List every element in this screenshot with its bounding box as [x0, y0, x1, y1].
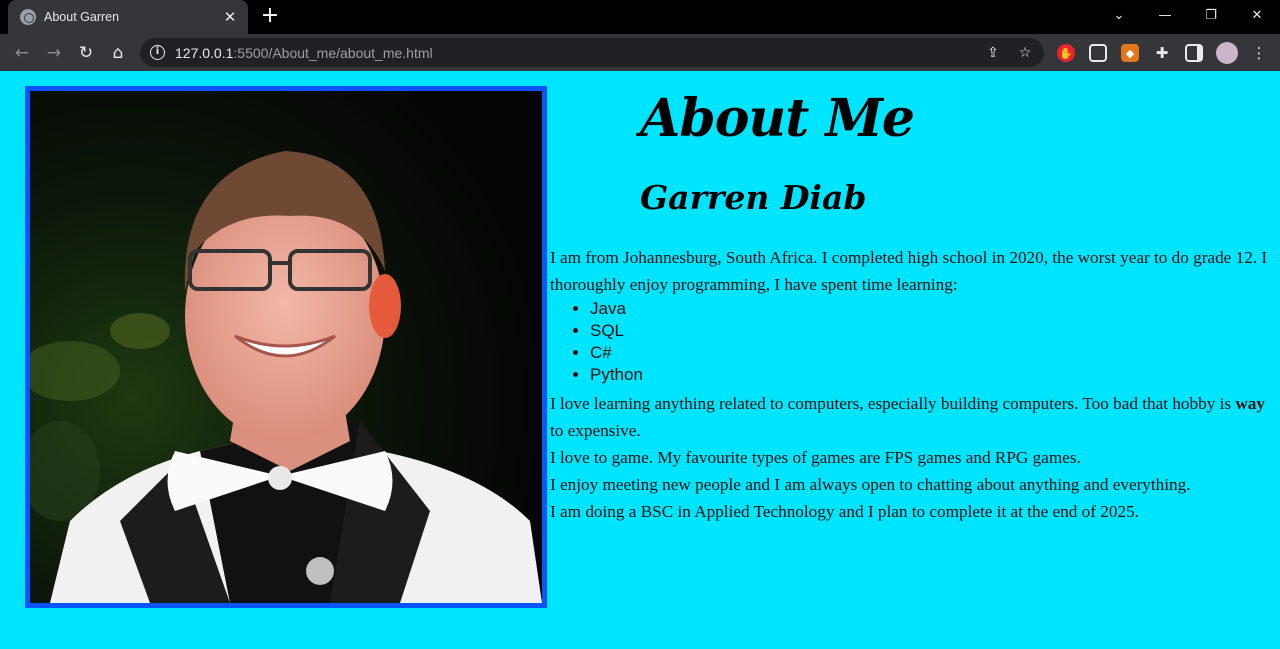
emphasis-text: way [1235, 394, 1265, 413]
name-heading: Garren Diab [640, 178, 867, 217]
profile-avatar[interactable] [1216, 42, 1238, 64]
fox-extension-icon[interactable]: ◆ [1121, 44, 1139, 62]
close-tab-icon[interactable]: ✕ [222, 8, 238, 26]
tab-title: About Garren [44, 10, 120, 24]
restore-button[interactable]: ❐ [1188, 0, 1234, 30]
kebab-menu-icon[interactable]: ⋮ [1250, 44, 1268, 62]
url-text[interactable]: 127.0.0.1:5500/About_me/about_me.html [175, 45, 433, 61]
minimize-button[interactable]: — [1142, 0, 1188, 30]
study-paragraph: I am doing a BSC in Applied Technology a… [550, 502, 1139, 521]
browser-toolbar: ← → ↻ ⌂ i 127.0.0.1:5500/About_me/about_… [0, 34, 1280, 71]
intro-paragraph: I am from Johannesburg, South Africa. I … [550, 248, 1268, 294]
tab-strip: About Garren ✕ + ⌄ — ❐ ✕ [0, 0, 1280, 34]
stop-hand-extension-icon[interactable]: ✋ [1057, 44, 1075, 62]
list-item: SQL [590, 320, 1275, 342]
browser-tab[interactable]: About Garren ✕ [8, 0, 248, 34]
social-paragraph: I enjoy meeting new people and I am alwa… [550, 475, 1191, 494]
close-window-button[interactable]: ✕ [1234, 0, 1280, 30]
gaming-paragraph: I love to game. My favourite types of ga… [550, 448, 1081, 467]
star-icon[interactable]: ☆ [1016, 44, 1034, 62]
globe-icon [20, 9, 36, 25]
list-item: Python [590, 364, 1275, 386]
list-item: C# [590, 342, 1275, 364]
profile-photo [25, 86, 547, 608]
skills-list: Java SQL C# Python [590, 298, 1275, 386]
hobby-paragraph: I love learning anything related to comp… [550, 394, 1265, 440]
forward-arrow-icon[interactable]: → [42, 41, 66, 65]
back-arrow-icon[interactable]: ← [10, 41, 34, 65]
picture-in-picture-extension-icon[interactable] [1089, 44, 1107, 62]
share-icon[interactable]: ⇪ [984, 44, 1002, 62]
side-panel-icon[interactable] [1185, 44, 1203, 62]
address-bar[interactable]: i 127.0.0.1:5500/About_me/about_me.html … [140, 38, 1044, 67]
tab-search-icon[interactable]: ⌄ [1096, 0, 1142, 30]
bio-section: I am from Johannesburg, South Africa. I … [550, 244, 1275, 525]
new-tab-button[interactable]: + [258, 5, 282, 29]
list-item: Java [590, 298, 1275, 320]
home-icon[interactable]: ⌂ [106, 41, 130, 65]
puzzle-icon[interactable]: ✚ [1153, 44, 1171, 62]
portrait-image [30, 91, 542, 603]
info-icon[interactable]: i [150, 45, 165, 60]
reload-icon[interactable]: ↻ [74, 41, 98, 65]
page-title: About Me [640, 88, 915, 149]
